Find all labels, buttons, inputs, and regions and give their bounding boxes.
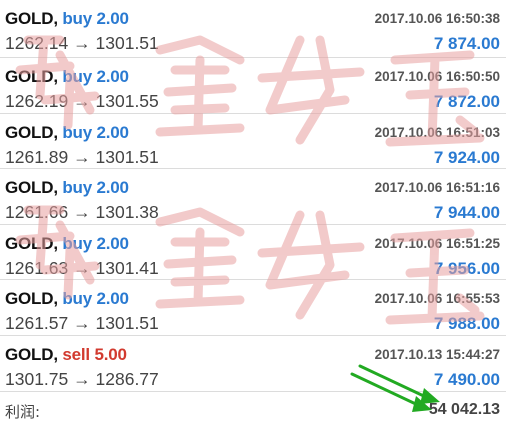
trade-profit: 7 874.00 [433,34,500,53]
profit-summary-value: 54 042.13 [428,401,500,418]
arrow-right-icon: → [73,33,91,53]
trade-symbol-comma: , [53,344,58,364]
trade-symbol: GOLD [5,233,54,253]
trade-direction-volume: sell 5.00 [62,344,127,364]
trade-symbol: GOLD [5,9,54,28]
trade-close-price: 1301.51 [95,146,159,167]
trade-symbol-comma: , [53,67,58,86]
trade-symbol-line: GOLD, buy 2.00 [5,9,129,29]
trade-close-price: 1286.77 [95,368,159,389]
trade-open-price: 1262.14 [5,33,69,53]
trade-symbol-line: GOLD, sell 5.00 [5,345,127,365]
profit-summary-label: 利润: [5,403,41,421]
trade-prices: 1301.75 → 1286.77 [5,369,159,390]
trade-symbol-line: GOLD, buy 2.00 [5,123,129,143]
arrow-right-icon: → [73,91,91,111]
arrow-right-icon: → [73,313,91,334]
trade-symbol-comma: , [53,178,58,198]
trade-profit: 7 944.00 [433,203,500,223]
trade-symbol-comma: , [53,233,58,253]
trade-open-price: 1261.66 [5,202,69,223]
trade-symbol: GOLD [5,122,54,142]
trade-direction-volume: buy 2.00 [62,9,129,28]
trade-prices: 1262.14 → 1301.51 [5,33,159,54]
trade-open-price: 1261.89 [5,146,69,167]
trade-history-list: GOLD, buy 2.00 1262.14 → 1301.51 2017.10… [0,0,506,392]
arrow-right-icon: → [73,146,91,167]
trade-symbol: GOLD [5,178,54,198]
trade-profit: 7 490.00 [433,369,500,389]
trade-row[interactable]: GOLD, buy 2.00 1261.63 → 1301.41 2017.10… [0,224,506,281]
trade-open-price: 1301.75 [5,368,69,389]
trade-time: 2017.10.06 16:51:16 [374,180,500,196]
trade-direction-volume: buy 2.00 [62,178,129,198]
trade-row[interactable]: GOLD, buy 2.00 1261.66 → 1301.38 2017.10… [0,169,506,225]
trade-symbol-line: GOLD, buy 2.00 [5,234,129,254]
trade-symbol-line: GOLD, buy 2.00 [5,178,129,198]
trade-time: 2017.10.06 16:51:03 [374,124,500,140]
trade-time: 2017.10.06 16:50:50 [374,69,500,84]
trade-close-price: 1301.41 [95,257,159,278]
trade-prices: 1261.63 → 1301.41 [5,258,159,279]
trade-row[interactable]: GOLD, sell 5.00 1301.75 → 1286.77 2017.1… [0,335,506,392]
trade-prices: 1261.66 → 1301.38 [5,202,159,223]
trade-direction-volume: buy 2.00 [62,122,129,142]
trade-symbol: GOLD [5,344,54,364]
trade-symbol: GOLD [5,289,54,309]
trade-profit: 7 988.00 [433,314,500,334]
trade-open-price: 1261.57 [5,313,69,334]
trade-close-price: 1301.55 [95,91,159,111]
trade-time: 2017.10.06 16:50:38 [374,11,500,26]
trade-open-price: 1261.63 [5,257,69,278]
arrow-right-icon: → [73,202,91,223]
trade-profit: 7 956.00 [433,258,500,278]
trade-symbol-comma: , [53,289,58,309]
trade-open-price: 1262.19 [5,91,69,111]
trade-symbol-line: GOLD, buy 2.00 [5,67,129,87]
arrow-right-icon: → [73,257,91,278]
trade-time: 2017.10.06 16:51:25 [374,235,500,251]
trade-close-price: 1301.38 [95,202,159,223]
trade-symbol-comma: , [53,122,58,142]
trade-row[interactable]: GOLD, buy 2.00 1262.14 → 1301.51 2017.10… [0,0,506,58]
trade-profit: 7 872.00 [433,92,500,111]
trade-row[interactable]: GOLD, buy 2.00 1261.89 → 1301.51 2017.10… [0,113,506,170]
trade-close-price: 1301.51 [95,313,159,334]
trade-direction-volume: buy 2.00 [62,289,129,309]
trade-symbol-line: GOLD, buy 2.00 [5,289,129,309]
trade-row[interactable]: GOLD, buy 2.00 1261.57 → 1301.51 2017.10… [0,280,506,336]
arrow-right-icon: → [73,368,91,389]
trade-profit: 7 924.00 [433,147,500,167]
trade-prices: 1261.89 → 1301.51 [5,147,159,168]
trade-prices: 1261.57 → 1301.51 [5,313,159,334]
trade-symbol-comma: , [53,9,58,28]
trade-time: 2017.10.06 16:55:53 [374,291,500,307]
trade-prices: 1262.19 → 1301.55 [5,91,159,112]
trade-close-price: 1301.51 [95,33,159,53]
trade-time: 2017.10.13 15:44:27 [374,346,500,362]
trade-direction-volume: buy 2.00 [62,67,129,86]
trade-direction-volume: buy 2.00 [62,233,129,253]
trade-symbol: GOLD [5,67,54,86]
trade-row[interactable]: GOLD, buy 2.00 1262.19 → 1301.55 2017.10… [0,58,506,114]
profit-summary: 利润: 54 042.13 [0,396,506,424]
